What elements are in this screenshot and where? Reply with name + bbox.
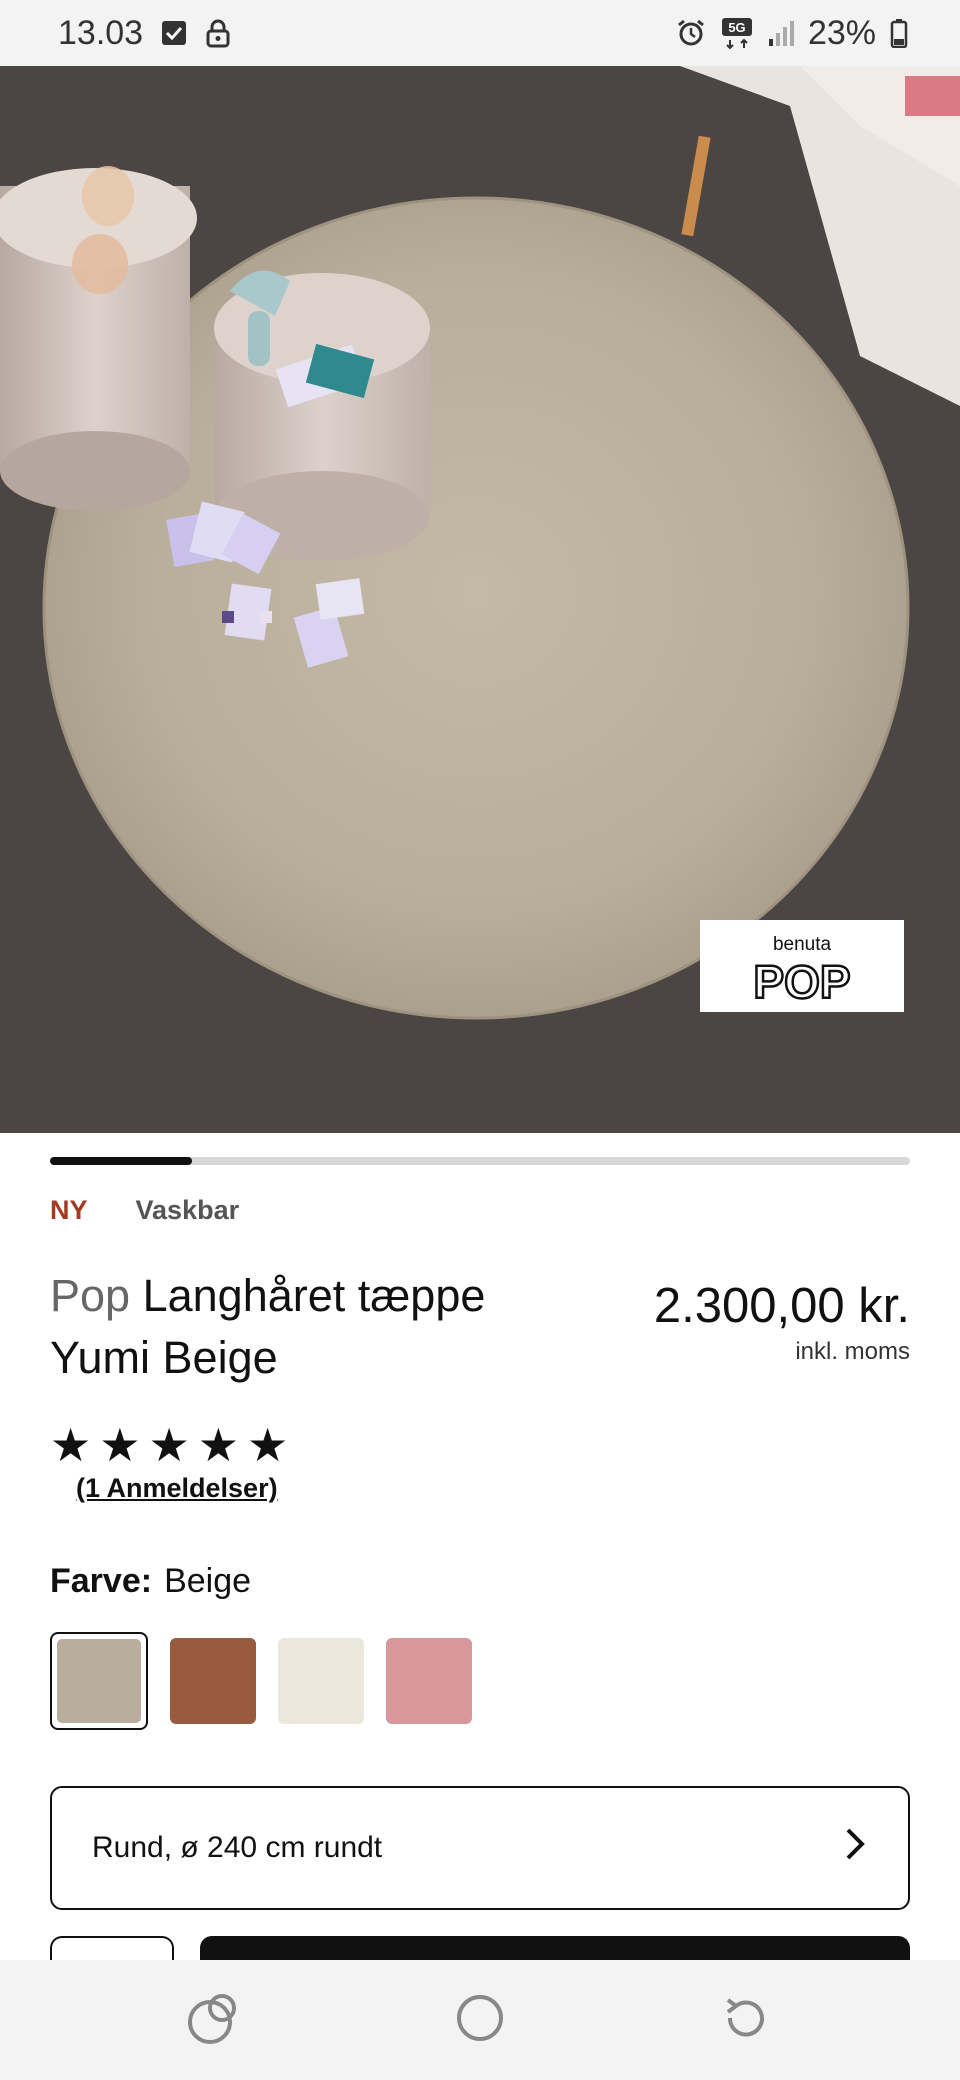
signal-icon (768, 19, 794, 47)
product-tags: NY Vaskbar (50, 1195, 239, 1226)
checkbox-notification-icon (161, 20, 187, 46)
star-icon: ★ (99, 1419, 141, 1471)
lock-icon (205, 18, 231, 48)
star-icon: ★ (50, 1419, 92, 1471)
new-badge: NY (50, 1195, 88, 1225)
product-name-line2: Yumi Beige (50, 1332, 278, 1383)
carousel-progress-fill (50, 1157, 192, 1165)
color-row: Farve: Beige (50, 1562, 251, 1601)
color-swatches (50, 1632, 472, 1730)
reviews-link[interactable]: (1 Anmeldelser) (76, 1473, 278, 1504)
product-price: 2.300,00 kr. (653, 1279, 910, 1333)
svg-text:POP: POP (753, 956, 850, 1008)
svg-text:benuta: benuta (773, 934, 832, 955)
status-time: 13.03 (58, 13, 144, 52)
color-label: Farve: (50, 1562, 153, 1600)
size-value: Rund, ø 240 cm rundt (92, 1831, 383, 1864)
status-bar: 13.03 5G 23% (0, 0, 960, 66)
product-title: Pop Langhåret tæppe Yumi Beige (50, 1265, 520, 1389)
system-nav-bar (0, 1960, 960, 2080)
swatch-cream[interactable] (278, 1638, 364, 1724)
swatch-beige[interactable] (50, 1632, 148, 1730)
svg-text:5G: 5G (728, 20, 745, 35)
chevron-right-icon (842, 1826, 868, 1870)
image-carousel-progress (50, 1157, 910, 1165)
rating-stars[interactable]: ★ ★ ★ ★ ★ (50, 1420, 288, 1470)
network-5g-icon: 5G (720, 16, 754, 50)
size-selector[interactable]: Rund, ø 240 cm rundt (50, 1786, 910, 1910)
battery-icon (890, 18, 908, 48)
washable-badge: Vaskbar (135, 1195, 240, 1225)
vat-note: inkl. moms (795, 1338, 910, 1365)
recent-apps-icon[interactable] (186, 1990, 242, 2051)
star-icon: ★ (247, 1419, 289, 1471)
product-brand: Pop (50, 1270, 131, 1321)
color-value: Beige (164, 1562, 252, 1600)
star-icon: ★ (197, 1419, 239, 1471)
alarm-icon (676, 18, 706, 48)
swatch-rose[interactable] (386, 1638, 472, 1724)
swatch-brown[interactable] (170, 1638, 256, 1724)
star-icon: ★ (148, 1419, 190, 1471)
product-image[interactable]: benuta POP (0, 66, 960, 1133)
back-refresh-icon[interactable] (718, 1990, 774, 2051)
battery-percent: 23% (807, 13, 876, 52)
product-name-line1: Langhåret tæppe (142, 1270, 486, 1321)
benuta-pop-logo: benuta POP (700, 920, 904, 1012)
home-icon[interactable] (454, 1992, 506, 2049)
